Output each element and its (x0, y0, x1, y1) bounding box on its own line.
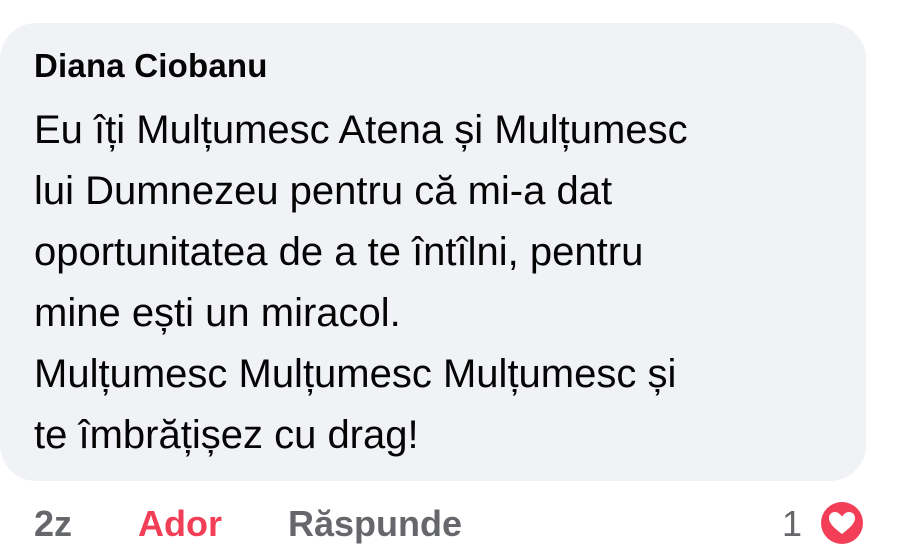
comment-actions-bar: 2z Ador Răspunde 1 (0, 497, 902, 548)
reaction-count[interactable]: 1 (782, 503, 802, 545)
reply-button[interactable]: Răspunde (288, 503, 462, 545)
love-heart-icon[interactable] (817, 498, 867, 548)
comment-text: Eu îți Mulțumesc Atena și Mulțumesc lui … (34, 108, 688, 457)
love-reaction-button[interactable]: Ador (138, 503, 222, 545)
comment-author-name[interactable]: Diana Ciobanu (34, 47, 268, 85)
comment-timestamp[interactable]: 2z (34, 503, 72, 545)
